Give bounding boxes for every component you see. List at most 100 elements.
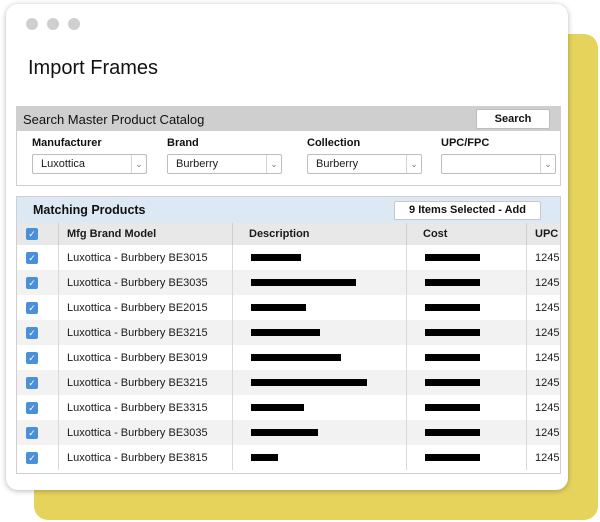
checkmark-icon[interactable]: ✓	[26, 351, 38, 364]
row-description	[232, 295, 407, 320]
row-checkbox-cell[interactable]: ✓	[17, 420, 59, 445]
select-all-cell[interactable]: ✓	[17, 223, 59, 245]
row-checkbox-cell[interactable]: ✓	[17, 295, 59, 320]
app-window: Import Frames Search Master Product Cata…	[6, 4, 568, 490]
row-model: Luxottica - Burbbery BE3019	[58, 345, 233, 370]
row-description	[232, 345, 407, 370]
table-row[interactable]: ✓ Luxottica - Burbbery BE2015 1245637322	[17, 295, 560, 320]
manufacturer-select[interactable]: Luxottica ⌄	[32, 154, 147, 174]
row-description	[232, 370, 407, 395]
row-cost	[406, 445, 527, 470]
chevron-down-icon: ⌄	[266, 155, 281, 173]
redacted-cost	[425, 379, 480, 387]
chevron-down-icon: ⌄	[406, 155, 421, 173]
redacted-cost	[425, 304, 480, 312]
row-description	[232, 270, 407, 295]
redacted-cost	[425, 329, 480, 337]
results-header: Matching Products 9 Items Selected - Add	[17, 197, 560, 223]
row-model: Luxottica - Burbbery BE2015	[58, 295, 233, 320]
collection-select[interactable]: Burberry ⌄	[307, 154, 422, 174]
window-maximize-dot[interactable]	[68, 18, 80, 30]
row-upc: 1245637322	[526, 445, 560, 470]
row-model: Luxottica - Burbbery BE3035	[58, 420, 233, 445]
row-model: Luxottica - Burbbery BE3315	[58, 395, 233, 420]
row-checkbox-cell[interactable]: ✓	[17, 320, 59, 345]
add-selected-button[interactable]: 9 Items Selected - Add	[394, 200, 541, 220]
manufacturer-label: Manufacturer	[32, 137, 102, 149]
column-header-description[interactable]: Description	[232, 223, 407, 245]
checkmark-icon[interactable]: ✓	[26, 426, 38, 439]
table-row[interactable]: ✓ Luxottica - Burbbery BE3215 1245637322	[17, 370, 560, 395]
checkmark-icon[interactable]: ✓	[26, 228, 38, 241]
row-upc: 1245637322	[526, 295, 560, 320]
search-button[interactable]: Search	[476, 109, 550, 129]
checkmark-icon[interactable]: ✓	[26, 301, 38, 314]
column-header-upc[interactable]: UPC	[526, 223, 560, 245]
upc-select[interactable]: ⌄	[441, 154, 556, 174]
checkmark-icon[interactable]: ✓	[26, 451, 38, 464]
row-cost	[406, 420, 527, 445]
table-row[interactable]: ✓ Luxottica - Burbbery BE3015 1245637322	[17, 245, 560, 270]
manufacturer-value: Luxottica	[41, 158, 86, 170]
search-panel: Search Master Product Catalog Search Man…	[16, 106, 561, 186]
redacted-description	[251, 354, 341, 362]
row-checkbox-cell[interactable]: ✓	[17, 445, 59, 470]
redacted-description	[251, 429, 318, 437]
checkmark-icon[interactable]: ✓	[26, 276, 38, 289]
manufacturer-filter: Manufacturer Luxottica ⌄	[32, 137, 147, 174]
redacted-description	[251, 404, 304, 412]
row-description	[232, 420, 407, 445]
table-row[interactable]: ✓ Luxottica - Burbbery BE3035 1245637322	[17, 270, 560, 295]
row-checkbox-cell[interactable]: ✓	[17, 395, 59, 420]
table-row[interactable]: ✓ Luxottica - Burbbery BE3815 1245637322	[17, 445, 560, 470]
row-model: Luxottica - Burbbery BE3215	[58, 370, 233, 395]
row-checkbox-cell[interactable]: ✓	[17, 370, 59, 395]
table-row[interactable]: ✓ Luxottica - Burbbery BE3315 1245637322	[17, 395, 560, 420]
row-model: Luxottica - Burbbery BE3035	[58, 270, 233, 295]
row-checkbox-cell[interactable]: ✓	[17, 245, 59, 270]
brand-select[interactable]: Burberry ⌄	[167, 154, 282, 174]
results-panel: Matching Products 9 Items Selected - Add…	[16, 196, 561, 474]
redacted-cost	[425, 404, 480, 412]
filter-row: Manufacturer Luxottica ⌄ Brand Burberry …	[17, 131, 560, 185]
row-cost	[406, 320, 527, 345]
row-cost	[406, 295, 527, 320]
row-description	[232, 245, 407, 270]
column-header-model[interactable]: Mfg Brand Model	[58, 223, 233, 245]
row-cost	[406, 395, 527, 420]
redacted-cost	[425, 454, 480, 462]
table-row[interactable]: ✓ Luxottica - Burbbery BE3215 1245637322	[17, 320, 560, 345]
search-title: Search Master Product Catalog	[23, 111, 205, 127]
redacted-description	[251, 379, 367, 387]
chevron-down-icon: ⌄	[131, 155, 146, 173]
redacted-cost	[425, 354, 480, 362]
redacted-description	[251, 279, 356, 287]
row-upc: 1245637322	[526, 420, 560, 445]
row-checkbox-cell[interactable]: ✓	[17, 345, 59, 370]
row-upc: 1245637322	[526, 270, 560, 295]
results-title: Matching Products	[33, 203, 146, 217]
redacted-description	[251, 254, 301, 262]
window-close-dot[interactable]	[26, 18, 38, 30]
checkmark-icon[interactable]: ✓	[26, 326, 38, 339]
redacted-cost	[425, 429, 480, 437]
column-header-cost[interactable]: Cost	[406, 223, 527, 245]
brand-value: Burberry	[176, 158, 219, 170]
checkmark-icon[interactable]: ✓	[26, 401, 38, 414]
collection-filter: Collection Burberry ⌄	[307, 137, 422, 174]
redacted-cost	[425, 254, 480, 262]
window-minimize-dot[interactable]	[47, 18, 59, 30]
upc-label: UPC/FPC	[441, 137, 490, 149]
row-cost	[406, 370, 527, 395]
table-row[interactable]: ✓ Luxottica - Burbbery BE3035 1245637322	[17, 420, 560, 445]
row-description	[232, 395, 407, 420]
upc-filter: UPC/FPC ⌄	[441, 137, 556, 174]
redacted-description	[251, 454, 278, 462]
row-upc: 1245637322	[526, 370, 560, 395]
redacted-description	[251, 329, 320, 337]
row-model: Luxottica - Burbbery BE3215	[58, 320, 233, 345]
row-checkbox-cell[interactable]: ✓	[17, 270, 59, 295]
checkmark-icon[interactable]: ✓	[26, 376, 38, 389]
checkmark-icon[interactable]: ✓	[26, 251, 38, 264]
table-row[interactable]: ✓ Luxottica - Burbbery BE3019 1245637322	[17, 345, 560, 370]
